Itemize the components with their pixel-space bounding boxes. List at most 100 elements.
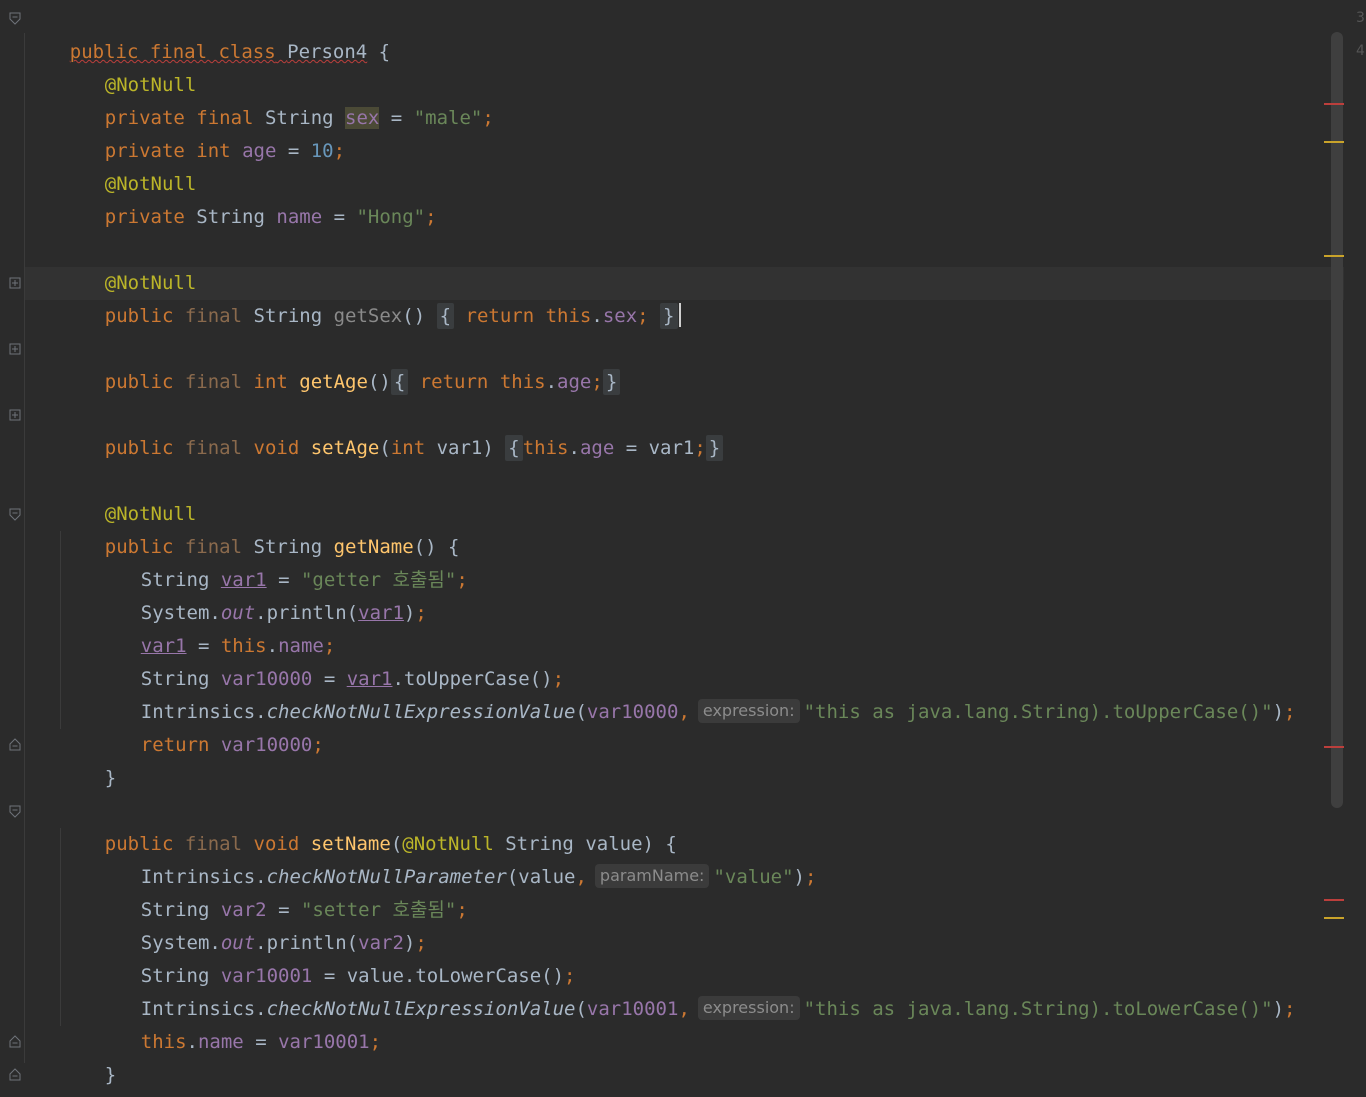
code-line[interactable]: Intrinsics.checkNotNullExpressionValue(v… bbox=[24, 960, 1296, 1020]
keyword: this bbox=[522, 437, 569, 459]
fold-end-icon[interactable] bbox=[9, 738, 21, 751]
local-variable: var10000 bbox=[220, 734, 313, 756]
paren: ( bbox=[379, 437, 391, 459]
code-line[interactable]: private final String sex = "male"; bbox=[24, 69, 494, 129]
code-line[interactable]: @NotNull bbox=[24, 36, 197, 96]
keyword: return bbox=[419, 371, 489, 393]
brace: } bbox=[708, 437, 721, 459]
code-line[interactable]: public final void setName(@NotNull Strin… bbox=[24, 795, 677, 855]
field-name: sex bbox=[602, 305, 638, 327]
type: String bbox=[253, 305, 323, 327]
folded-body-end[interactable]: } bbox=[705, 435, 724, 461]
warning-marker[interactable] bbox=[1324, 255, 1344, 257]
code-line[interactable]: System.out.println(var2); bbox=[24, 894, 427, 954]
type: int bbox=[253, 371, 288, 393]
keyword: final bbox=[184, 371, 243, 393]
editor-gutter bbox=[0, 0, 24, 1097]
field-name: age bbox=[579, 437, 615, 459]
fold-end-icon[interactable] bbox=[9, 1068, 21, 1081]
fold-collapse-icon[interactable] bbox=[9, 805, 21, 818]
method-name: setAge bbox=[310, 437, 380, 459]
code-line[interactable]: String var10000 = var1.toUpperCase(); bbox=[24, 630, 564, 690]
brace: { bbox=[508, 437, 520, 459]
fold-expand-icon[interactable] bbox=[9, 277, 21, 290]
method-name: getAge bbox=[299, 371, 368, 393]
fold-expand-icon[interactable] bbox=[9, 409, 21, 422]
brace: } bbox=[104, 1064, 117, 1086]
semicolon: ; bbox=[333, 140, 346, 162]
keyword: public bbox=[104, 437, 174, 459]
code-line[interactable]: return var10000; bbox=[24, 696, 324, 756]
line-number: 4 bbox=[1356, 43, 1365, 59]
folded-body-end[interactable]: } bbox=[660, 303, 678, 329]
code-line[interactable]: @NotNull bbox=[24, 465, 197, 525]
string-literal: "Hong" bbox=[356, 206, 426, 228]
warning-marker[interactable] bbox=[1324, 141, 1344, 143]
local-variable: var10001 bbox=[278, 1031, 370, 1053]
semicolon: ; bbox=[415, 602, 427, 624]
comma: , bbox=[678, 998, 690, 1020]
code-line[interactable]: public final void setAge(int var1) {this… bbox=[24, 399, 724, 461]
fold-end-icon[interactable] bbox=[9, 1035, 21, 1048]
semicolon: ; bbox=[694, 437, 706, 459]
comma: , bbox=[575, 866, 587, 888]
field-name: sex bbox=[345, 107, 380, 129]
fold-collapse-icon[interactable] bbox=[9, 12, 21, 25]
parens: () bbox=[402, 305, 426, 327]
type: String bbox=[196, 206, 265, 228]
folded-body-end[interactable]: } bbox=[602, 369, 621, 395]
semicolon: ; bbox=[456, 899, 468, 921]
local-variable: var10000 bbox=[586, 701, 679, 723]
error-marker[interactable] bbox=[1324, 103, 1344, 105]
code-line[interactable]: private int age = 10; bbox=[24, 102, 345, 162]
code-line[interactable]: String var2 = "setter 호출됨"; bbox=[24, 861, 468, 921]
vertical-scrollbar[interactable] bbox=[1331, 32, 1343, 808]
fold-collapse-icon[interactable] bbox=[9, 508, 21, 521]
keyword: public bbox=[104, 305, 174, 327]
keyword: private bbox=[104, 206, 185, 228]
semicolon: ; bbox=[425, 206, 437, 228]
code-editor[interactable]: public final class Person4 { @NotNull pr… bbox=[0, 0, 1366, 1097]
code-line[interactable]: private String name = "Hong"; bbox=[24, 168, 437, 228]
code-line[interactable]: var1 = this.name; bbox=[24, 597, 336, 657]
code-line[interactable]: String var1 = "getter 호출됨"; bbox=[24, 531, 468, 591]
folded-body[interactable]: { bbox=[390, 369, 409, 395]
field-name: age bbox=[242, 140, 277, 162]
code-line[interactable]: } bbox=[24, 729, 116, 789]
semicolon: ; bbox=[637, 305, 649, 327]
field-name: name bbox=[276, 206, 323, 228]
code-line[interactable]: public final int getAge(){ return this.a… bbox=[24, 333, 621, 395]
code-line[interactable]: Intrinsics.checkNotNullParameter(value, p… bbox=[24, 828, 816, 888]
keyword: this bbox=[499, 371, 546, 393]
code-line[interactable]: String var10001 = value.toLowerCase(); bbox=[24, 927, 576, 987]
paren: ) bbox=[793, 866, 805, 888]
paren: ) bbox=[1272, 998, 1285, 1020]
method-name: getSex bbox=[333, 305, 403, 327]
code-line[interactable]: Intrinsics.checkNotNullExpressionValue(v… bbox=[24, 663, 1296, 723]
error-marker[interactable] bbox=[1324, 746, 1344, 748]
paren: ( bbox=[575, 998, 587, 1020]
code-line[interactable]: } bbox=[24, 1059, 81, 1092]
fold-expand-icon[interactable] bbox=[9, 343, 21, 356]
code-line[interactable]: @NotNull bbox=[24, 135, 197, 195]
code-line[interactable]: } bbox=[24, 1026, 116, 1086]
folded-body[interactable]: { bbox=[436, 303, 455, 329]
code-line[interactable]: public final String getName() { bbox=[24, 498, 460, 558]
line-number: 3 bbox=[1356, 10, 1365, 26]
error-marker[interactable] bbox=[1324, 899, 1344, 901]
code-line[interactable]: System.out.println(var1); bbox=[24, 564, 427, 624]
paren: ( bbox=[575, 701, 587, 723]
brace: } bbox=[663, 305, 675, 327]
folded-body[interactable]: { bbox=[505, 435, 523, 461]
code-line-current[interactable]: public final String getSex() { return th… bbox=[24, 267, 681, 329]
paren: ) bbox=[482, 437, 494, 459]
number-literal: 10 bbox=[310, 140, 334, 162]
keyword: this bbox=[140, 1031, 187, 1053]
code-line-class-declaration[interactable]: public final class Person4 { bbox=[24, 3, 390, 63]
string-literal: "this as java.lang.String).toLowerCase()… bbox=[803, 998, 1273, 1020]
param-name: var1 bbox=[425, 437, 483, 459]
code-line[interactable]: @NotNull bbox=[24, 234, 197, 294]
warning-marker[interactable] bbox=[1324, 917, 1344, 919]
code-line[interactable]: this.name = var10001; bbox=[24, 993, 381, 1053]
operator: = bbox=[379, 107, 414, 129]
